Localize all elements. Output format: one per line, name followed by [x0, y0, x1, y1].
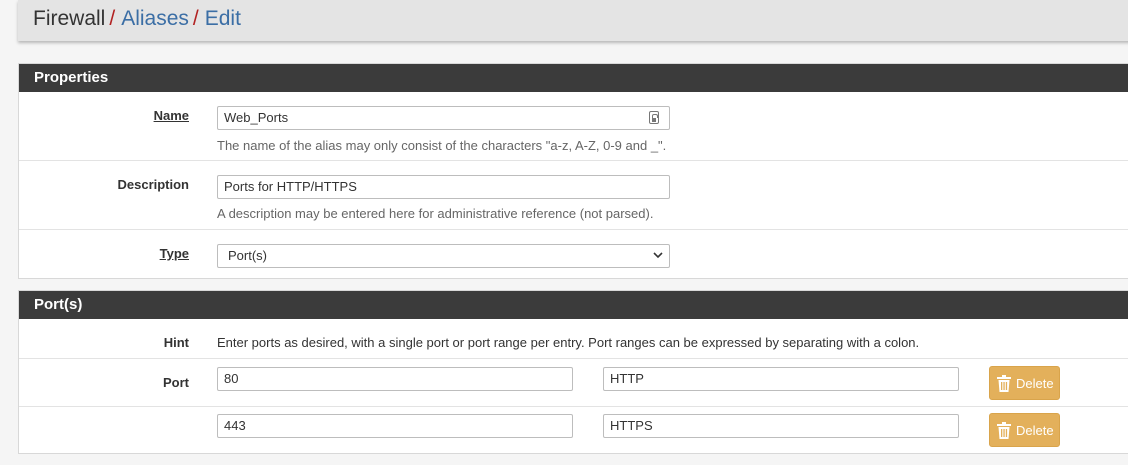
port-entry-row: Port 80 HTTP Delete — [19, 359, 1128, 407]
properties-panel: Properties Name Web_Ports The name of th… — [18, 63, 1128, 279]
password-manager-icon[interactable] — [649, 111, 659, 124]
breadcrumb-aliases-link[interactable]: Aliases — [121, 7, 189, 30]
hint-label: Hint — [163, 335, 189, 350]
type-select[interactable]: Port(s) — [217, 244, 670, 268]
ports-panel: Port(s) Hint Enter ports as desired, wit… — [18, 290, 1128, 454]
port-label: Port — [163, 375, 189, 390]
chevron-down-icon — [653, 252, 663, 259]
breadcrumb-edit-link[interactable]: Edit — [205, 7, 241, 30]
name-help-text: The name of the alias may only consist o… — [217, 138, 667, 153]
breadcrumb: Firewall / Aliases / Edit — [33, 5, 241, 33]
ports-heading: Port(s) — [19, 291, 1128, 319]
port-description-input[interactable]: HTTP — [603, 367, 959, 391]
breadcrumb-separator: / — [192, 7, 199, 30]
name-label: Name — [153, 108, 189, 123]
port-input[interactable]: 443 — [217, 414, 573, 438]
port-description-value: HTTP — [610, 371, 644, 386]
type-row: Type Port(s) — [19, 230, 1128, 278]
description-input[interactable]: Ports for HTTP/HTTPS — [217, 175, 670, 199]
delete-button-label: Delete — [1016, 423, 1054, 438]
description-help-text: A description may be entered here for ad… — [217, 206, 654, 221]
hint-row: Hint Enter ports as desired, with a sing… — [19, 319, 1128, 359]
port-input[interactable]: 80 — [217, 367, 573, 391]
name-row: Name Web_Ports The name of the alias may… — [19, 92, 1128, 161]
type-label: Type — [159, 246, 189, 261]
properties-heading: Properties — [19, 64, 1128, 92]
trash-icon — [997, 375, 1011, 392]
trash-icon — [997, 422, 1011, 439]
delete-button[interactable]: Delete — [989, 413, 1060, 447]
breadcrumb-separator: / — [109, 7, 116, 30]
delete-button-label: Delete — [1016, 376, 1054, 391]
type-select-value: Port(s) — [228, 248, 267, 263]
port-input-value: 443 — [224, 418, 246, 433]
delete-button[interactable]: Delete — [989, 366, 1060, 400]
hint-text: Enter ports as desired, with a single po… — [217, 335, 920, 350]
description-row: Description Ports for HTTP/HTTPS A descr… — [19, 161, 1128, 230]
name-input-value: Web_Ports — [224, 110, 289, 125]
description-label: Description — [117, 177, 189, 192]
description-input-value: Ports for HTTP/HTTPS — [224, 179, 357, 194]
name-input[interactable]: Web_Ports — [217, 106, 670, 130]
breadcrumb-firewall: Firewall — [33, 7, 106, 30]
port-input-value: 80 — [224, 371, 239, 386]
port-description-value: HTTPS — [610, 418, 653, 433]
page-header: Firewall / Aliases / Edit — [18, 0, 1128, 41]
port-entry-row: 443 HTTPS Delete — [19, 407, 1128, 453]
port-description-input[interactable]: HTTPS — [603, 414, 959, 438]
